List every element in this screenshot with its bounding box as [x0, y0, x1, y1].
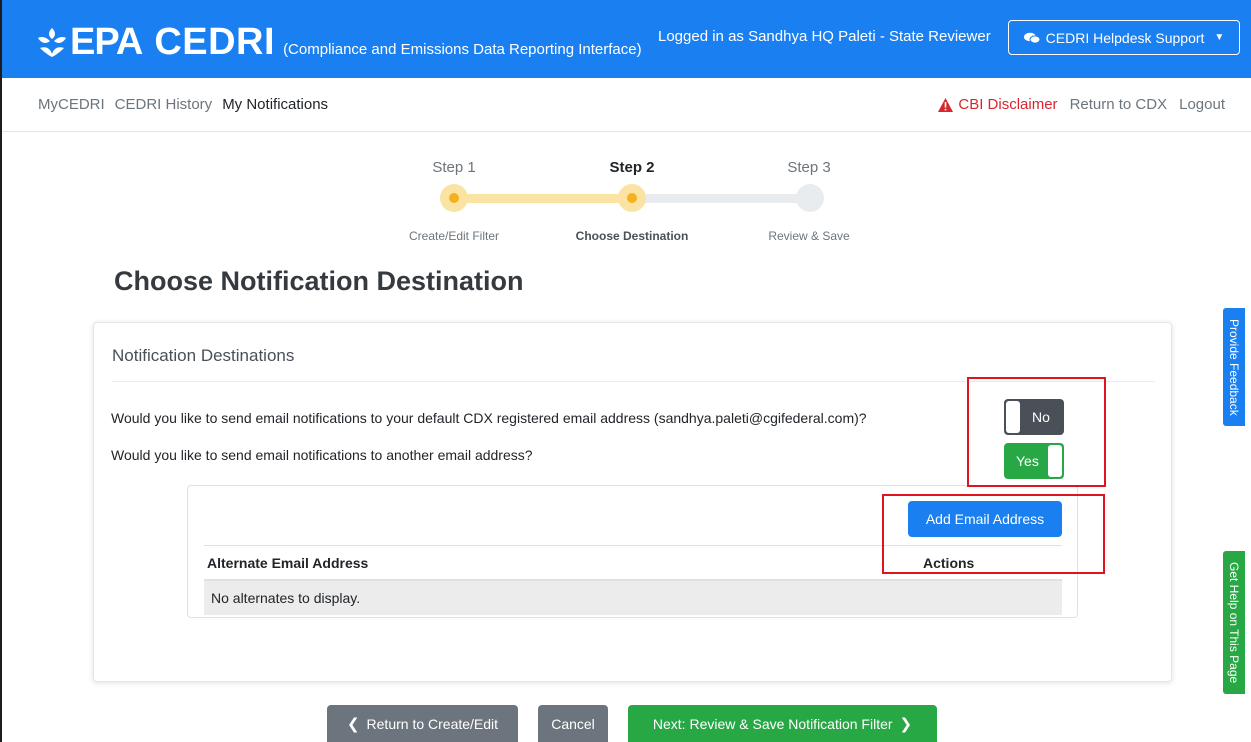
nav-my-notifications[interactable]: My Notifications: [222, 96, 328, 113]
step-3-sub: Review & Save: [768, 229, 850, 243]
return-to-create-edit-button[interactable]: ❮ Return to Create/Edit: [327, 705, 518, 742]
step-1-sub: Create/Edit Filter: [408, 229, 500, 243]
cancel-button[interactable]: Cancel: [538, 705, 608, 742]
return-to-cdx-link[interactable]: Return to CDX: [1070, 96, 1168, 113]
step-3-label: Step 3: [787, 159, 831, 176]
epa-cedri-logo[interactable]: EPA CEDRI (Compliance and Emissions Data…: [34, 18, 642, 64]
highlight-add-email-box: [882, 494, 1105, 574]
highlight-toggles-box: [967, 377, 1106, 487]
return-button-label: Return to Create/Edit: [366, 715, 499, 732]
chevron-right-icon: ❯: [899, 715, 913, 733]
logged-in-status: Logged in as Sandhya HQ Paleti - State R…: [658, 28, 991, 45]
logo-epa-text: EPA: [70, 21, 143, 63]
cbi-disclaimer-link[interactable]: CBI Disclaimer: [938, 96, 1058, 113]
nav-cedri-history[interactable]: CEDRI History: [115, 96, 213, 113]
provide-feedback-label: Provide Feedback: [1227, 318, 1241, 416]
page: EPA CEDRI (Compliance and Emissions Data…: [0, 0, 1251, 742]
top-header: EPA CEDRI (Compliance and Emissions Data…: [2, 0, 1251, 78]
get-help-label: Get Help on This Page: [1227, 561, 1241, 684]
step-1-label: Step 1: [432, 159, 476, 176]
caret-down-icon: ▼: [1214, 32, 1225, 43]
step-2-dot: [618, 184, 646, 212]
next-button-label: Next: Review & Save Notification Filter: [652, 715, 893, 732]
cbi-disclaimer-label: CBI Disclaimer: [958, 96, 1058, 113]
helpdesk-support-dropdown[interactable]: CEDRI Helpdesk Support ▼: [1008, 20, 1240, 55]
step-3-dot: [796, 184, 824, 212]
main-nav: MyCEDRI CEDRI History My Notifications C…: [2, 78, 1251, 132]
card-title: Notification Destinations: [112, 346, 295, 365]
empty-table-message: No alternates to display.: [211, 590, 361, 606]
helpdesk-label: CEDRI Helpdesk Support: [1045, 29, 1205, 46]
next-review-save-button[interactable]: Next: Review & Save Notification Filter …: [628, 705, 937, 742]
table-row: No alternates to display.: [204, 581, 1062, 615]
step-2-label: Step 2: [609, 159, 655, 176]
progress-track-done: [454, 194, 632, 203]
page-title: Choose Notification Destination: [114, 266, 524, 296]
default-email-question: Would you like to send email notificatio…: [111, 410, 867, 426]
logo-cedri-text: CEDRI: [154, 21, 276, 63]
chevron-left-icon: ❮: [346, 715, 360, 733]
step-1-dot: [440, 184, 468, 212]
logo-subtitle: (Compliance and Emissions Data Reporting…: [283, 41, 642, 58]
provide-feedback-tab[interactable]: Provide Feedback: [1223, 308, 1245, 426]
progress-track-todo: [632, 194, 810, 203]
column-alternate-email: Alternate Email Address: [207, 555, 369, 571]
other-email-question: Would you like to send email notificatio…: [111, 447, 533, 463]
get-help-tab[interactable]: Get Help on This Page: [1223, 551, 1245, 694]
step-2-sub: Choose Destination: [575, 229, 689, 243]
logout-link[interactable]: Logout: [1179, 96, 1225, 113]
warning-icon: [938, 97, 954, 112]
nav-mycedri[interactable]: MyCEDRI: [38, 96, 105, 113]
chat-bubbles-icon: [1023, 32, 1040, 44]
epa-flower-icon: [38, 28, 66, 57]
